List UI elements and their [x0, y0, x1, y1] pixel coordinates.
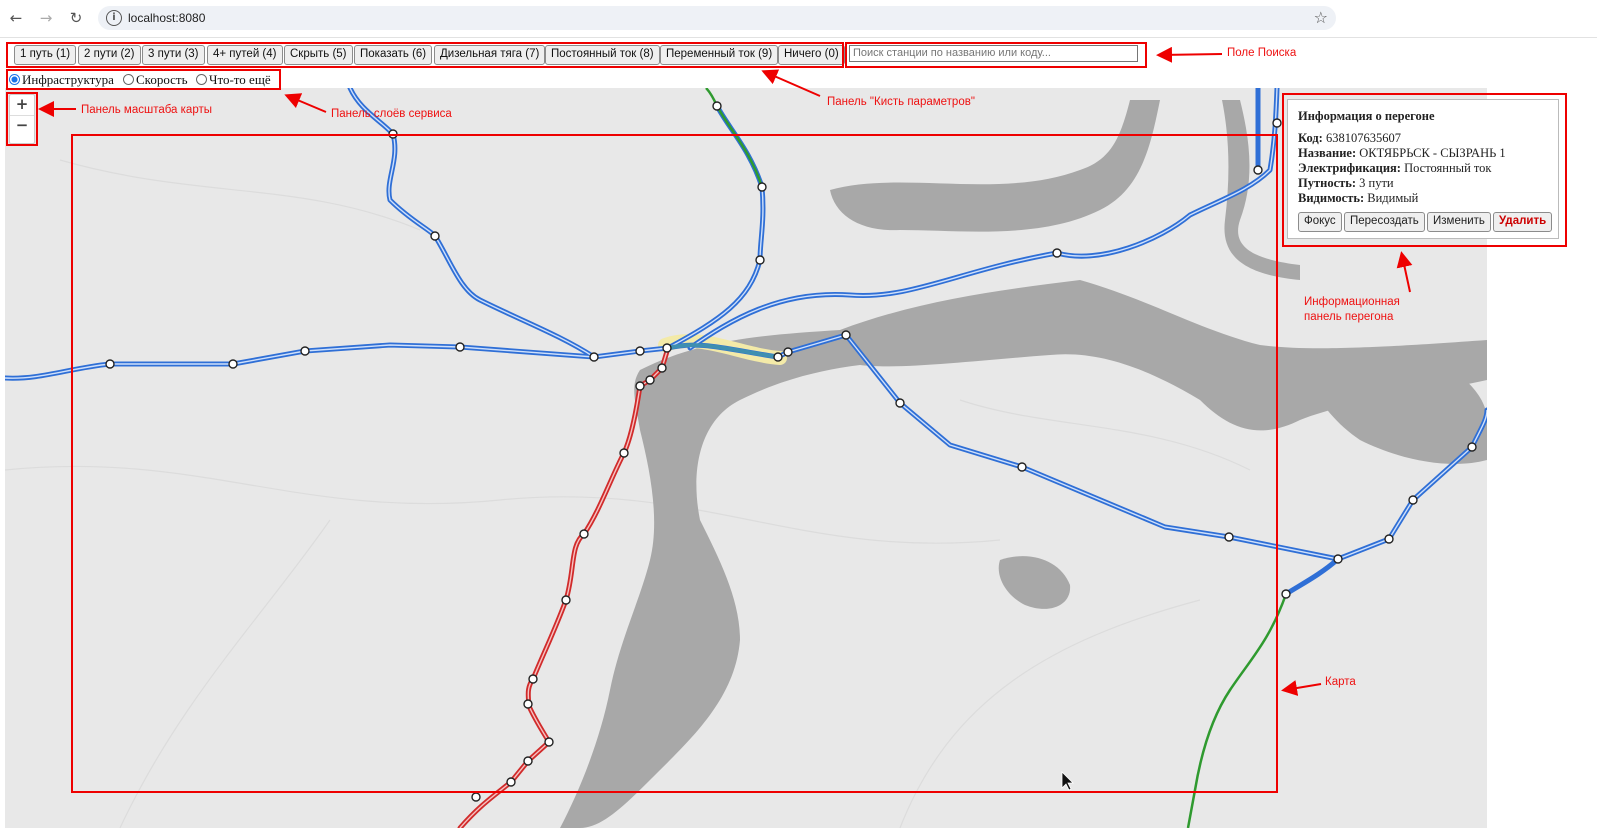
station — [1384, 534, 1394, 544]
annotation-label-zoom: Панель масштаба карты — [81, 104, 213, 116]
annotation-label-info: Информационная панель перегона — [1304, 296, 1400, 323]
site-info-icon[interactable]: i — [106, 10, 122, 26]
annotation-box-search — [845, 42, 1147, 68]
annotation-box-map — [71, 134, 1278, 793]
arrow-right-icon[interactable]: → — [36, 8, 56, 28]
star-icon[interactable]: ☆ — [1314, 8, 1328, 27]
station — [1467, 442, 1477, 452]
annotation-box-brush — [6, 42, 844, 68]
url-text: localhost:8080 — [128, 11, 206, 25]
annotation-box-zoom — [6, 92, 38, 146]
station — [471, 792, 481, 802]
annotation-label-map: Карта — [1325, 676, 1356, 688]
reload-icon[interactable]: ↻ — [66, 8, 86, 28]
annotation-label-layers: Панель слоёв сервиса — [331, 108, 452, 120]
station — [712, 101, 722, 111]
arrow-left-icon[interactable]: ← — [6, 8, 26, 28]
station — [1333, 554, 1343, 564]
arrow-search — [1156, 46, 1223, 63]
address-bar[interactable]: i localhost:8080 ☆ — [98, 6, 1336, 30]
annotation-label-search: Поле Поиска — [1227, 47, 1297, 59]
annotation-box-info — [1282, 93, 1567, 247]
browser-toolbar: ← → ↻ i localhost:8080 ☆ — [0, 0, 1597, 38]
station — [1272, 118, 1282, 128]
station — [1408, 495, 1418, 505]
annotation-label-brush: Панель "Кисть параметров" — [827, 96, 975, 108]
station — [1281, 589, 1291, 599]
annotation-box-layers — [6, 69, 281, 90]
